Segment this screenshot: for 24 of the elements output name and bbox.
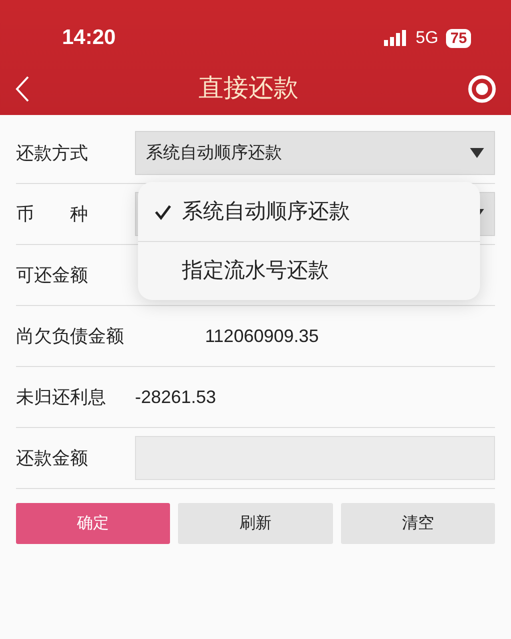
page-title: 直接还款	[198, 72, 298, 104]
field-label: 还款金额	[16, 446, 89, 470]
battery-indicator: 75	[446, 28, 471, 48]
dropdown-option[interactable]: 指定流水号还款	[138, 241, 480, 300]
action-button[interactable]: 刷新	[178, 503, 333, 544]
check-icon	[154, 204, 172, 220]
select-field[interactable]: 系统自动顺序还款	[135, 131, 495, 175]
signal-icon	[384, 30, 408, 46]
network-label: 5G	[416, 27, 438, 50]
field-value: -28261.53	[135, 386, 216, 408]
field-label: 还款方式	[16, 142, 89, 164]
caret-icon	[470, 148, 484, 158]
field-label: 可还金额	[16, 264, 89, 286]
field-label: 尚欠负债金额	[16, 324, 125, 348]
field-label: 未归还利息	[16, 386, 107, 408]
target-icon[interactable]	[467, 74, 497, 104]
field-value: 112060909.35	[205, 324, 319, 348]
back-icon[interactable]	[14, 74, 30, 102]
action-button[interactable]: 确定	[16, 503, 170, 544]
action-button[interactable]: 清空	[340, 503, 495, 544]
dropdown-option[interactable]: 系统自动顺序还款	[138, 182, 480, 241]
field-label: 币 种	[16, 202, 89, 226]
amount-input[interactable]	[135, 436, 495, 480]
status-time: 14:20	[62, 25, 116, 52]
